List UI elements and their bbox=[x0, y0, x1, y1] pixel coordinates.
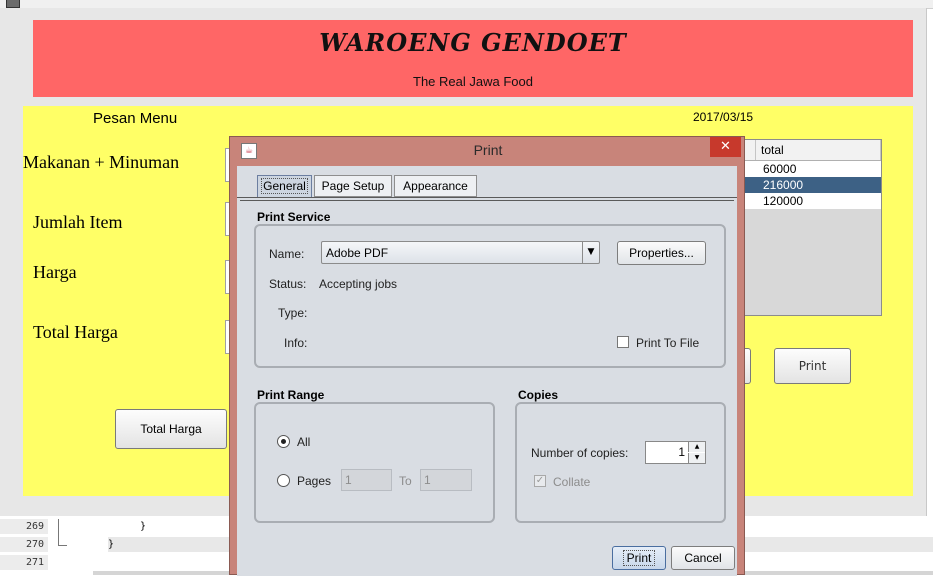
dialog-body: General Page Setup Appearance Print Serv… bbox=[237, 166, 737, 576]
print-to-file-label[interactable]: Print To File bbox=[636, 336, 699, 350]
code-line: } bbox=[140, 521, 147, 532]
dialog-print-label: Print bbox=[622, 550, 656, 566]
food-drink-label: Makanan + Minuman bbox=[23, 152, 180, 172]
all-radio[interactable] bbox=[277, 435, 290, 448]
spinner-up-icon[interactable]: ▲ bbox=[688, 442, 705, 452]
section-label: Pesan Menu bbox=[93, 110, 178, 127]
print-dialog: ☕ Print ✕ General Page Setup Appearance … bbox=[229, 136, 745, 576]
tab-appearance[interactable]: Appearance bbox=[394, 175, 477, 197]
copies-heading: Copies bbox=[518, 388, 559, 402]
status-value: Accepting jobs bbox=[319, 277, 398, 291]
all-label[interactable]: All bbox=[297, 435, 310, 449]
item-count-label: Jumlah Item bbox=[33, 212, 123, 232]
print-service-heading: Print Service bbox=[257, 210, 331, 224]
dialog-title: Print bbox=[473, 142, 503, 158]
total-cell: 60000 bbox=[763, 162, 797, 176]
total-price-button[interactable]: Total Harga bbox=[115, 409, 227, 449]
print-range-group bbox=[254, 402, 495, 523]
total-price-label: Total Harga bbox=[33, 322, 118, 342]
collate-label[interactable]: Collate bbox=[553, 475, 590, 489]
name-label: Name: bbox=[269, 247, 305, 261]
tab-general-label: General bbox=[261, 178, 308, 194]
close-button[interactable]: ✕ bbox=[710, 137, 741, 157]
dialog-print-button[interactable]: Print bbox=[612, 546, 666, 570]
printer-select-value: Adobe PDF bbox=[326, 246, 389, 260]
table-header-total[interactable]: total bbox=[756, 140, 881, 160]
pages-label[interactable]: Pages bbox=[297, 474, 331, 488]
restaurant-title: WAROENG GENDOET bbox=[319, 28, 627, 57]
print-range-heading: Print Range bbox=[257, 388, 325, 402]
type-label: Type: bbox=[278, 306, 308, 320]
cancel-button[interactable]: Cancel bbox=[671, 546, 735, 570]
pages-from-field[interactable]: 1 bbox=[341, 469, 392, 491]
spinner-down-icon[interactable]: ▼ bbox=[688, 453, 705, 463]
collate-checkbox[interactable]: ✓ bbox=[534, 475, 546, 487]
line-number: 270 bbox=[0, 537, 48, 552]
pages-to-field[interactable]: 1 bbox=[420, 469, 472, 491]
price-label: Harga bbox=[33, 262, 77, 282]
tab-divider bbox=[240, 200, 734, 201]
number-of-copies-label: Number of copies: bbox=[531, 446, 629, 460]
total-cell: 120000 bbox=[763, 194, 804, 208]
line-number: 271 bbox=[0, 555, 48, 570]
copies-spinner[interactable]: 1 ▲ ▼ bbox=[645, 441, 706, 464]
print-to-file-checkbox[interactable] bbox=[617, 336, 629, 348]
chevron-down-icon: ▼ bbox=[582, 242, 599, 263]
tab-divider bbox=[237, 197, 737, 198]
properties-button[interactable]: Properties... bbox=[617, 241, 706, 265]
restaurant-subtitle: The Real Jawa Food bbox=[413, 74, 533, 89]
to-label: To bbox=[399, 474, 412, 488]
tab-general[interactable]: General bbox=[257, 175, 312, 198]
print-button[interactable]: Print bbox=[774, 348, 851, 384]
date-label: 2017/03/15 bbox=[693, 110, 754, 124]
pages-radio[interactable] bbox=[277, 474, 290, 487]
copies-value: 1 bbox=[678, 445, 685, 459]
status-label: Status: bbox=[269, 277, 307, 291]
tab-page-setup[interactable]: Page Setup bbox=[314, 175, 392, 197]
window-icon bbox=[6, 0, 20, 8]
printer-select[interactable]: Adobe PDF ▼ bbox=[321, 241, 600, 264]
total-cell: 216000 bbox=[763, 178, 804, 192]
info-label: Info: bbox=[284, 336, 308, 350]
code-fold-marker bbox=[58, 519, 67, 546]
line-number: 269 bbox=[0, 519, 48, 534]
header-banner: WAROENG GENDOET The Real Jawa Food bbox=[33, 20, 913, 97]
